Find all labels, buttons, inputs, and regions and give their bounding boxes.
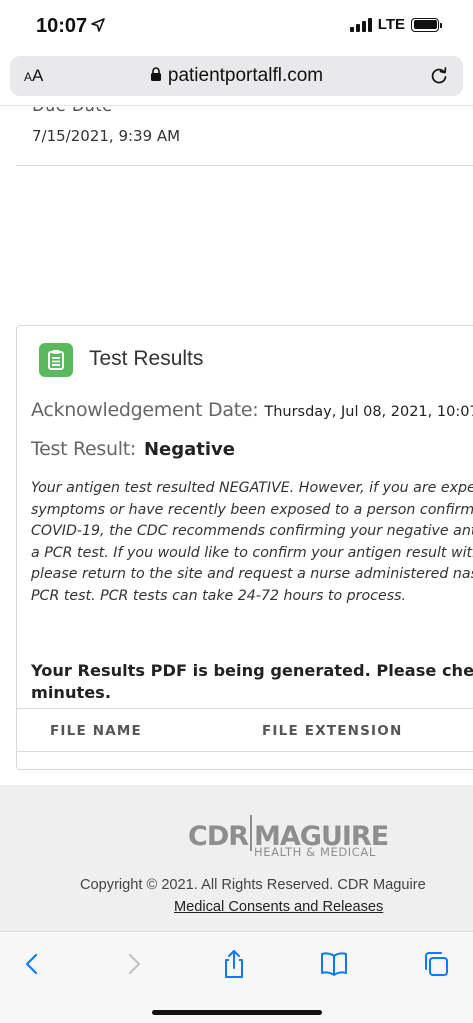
card-title: Test Results xyxy=(89,347,204,370)
location-arrow-icon xyxy=(91,18,105,32)
acknowledgement-row: Acknowledgement Date: Thursday, Jul 08, 2… xyxy=(31,399,473,421)
divider xyxy=(16,165,473,166)
result-message-line: a PCR test. If you would like to confirm… xyxy=(31,544,473,561)
acknowledgement-label: Acknowledgement Date: xyxy=(31,399,259,421)
result-message-line: COVID-19, the CDC recommends confirming … xyxy=(31,523,473,540)
page-content: Due Date 7/15/2021, 9:39 AM Test Results… xyxy=(0,107,473,931)
signal-bars-icon xyxy=(349,17,372,32)
result-message-line: please return to the site and request a … xyxy=(31,566,473,583)
logo-subtitle: HEALTH & MEDICAL xyxy=(254,845,376,859)
result-message-line: PCR test. PCR tests can take 24-72 hours… xyxy=(31,587,407,604)
result-message: Your antigen test resulted NEGATIVE. How… xyxy=(31,478,473,608)
battery-icon xyxy=(411,17,442,32)
bookmarks-icon[interactable] xyxy=(318,948,350,980)
footer: CDR MAGUIRE HEALTH & MEDICAL Copyright © … xyxy=(0,785,473,931)
pdf-status-message: Your Results PDF is being generated. Ple… xyxy=(31,660,473,704)
url-display[interactable]: patientportalfl.com xyxy=(10,65,463,87)
logo-text-left: CDR xyxy=(188,821,249,852)
status-right: LTE xyxy=(349,16,442,33)
test-result-value: Negative xyxy=(143,439,235,460)
test-result-label: Test Result: xyxy=(31,438,136,460)
browser-address-area: AA patientportalfl.com xyxy=(0,50,473,106)
status-bar: 10:07 LTE xyxy=(0,0,473,50)
back-icon[interactable] xyxy=(16,948,48,980)
clipboard-icon xyxy=(39,343,73,377)
acknowledgement-value: Thursday, Jul 08, 2021, 10:07:00 xyxy=(264,404,473,420)
status-time: 10:07 xyxy=(36,15,88,37)
table-divider xyxy=(17,708,473,709)
cdr-maguire-logo: CDR MAGUIRE HEALTH & MEDICAL xyxy=(188,815,398,859)
browser-toolbar xyxy=(0,931,473,1023)
pdf-status-line: minutes. xyxy=(31,683,111,702)
table-divider xyxy=(17,751,473,752)
address-bar[interactable]: AA patientportalfl.com xyxy=(10,56,463,96)
test-results-card: Test Results Acknowledgement Date: Thursd… xyxy=(16,325,473,770)
lock-icon xyxy=(150,67,161,81)
network-label: LTE xyxy=(377,16,405,33)
due-date-value: 7/15/2021, 9:39 AM xyxy=(32,127,181,145)
tabs-icon[interactable] xyxy=(420,948,452,980)
copyright-text: Copyright © 2021. All Rights Reserved. C… xyxy=(80,877,426,893)
column-header-file-extension: FILE EXTENSION xyxy=(262,723,403,739)
forward-icon[interactable] xyxy=(118,948,150,980)
medical-consents-link[interactable]: Medical Consents and Releases xyxy=(174,899,383,915)
share-icon[interactable] xyxy=(218,948,250,980)
pdf-status-line: Your Results PDF is being generated. Ple… xyxy=(31,661,473,680)
result-message-line: symptoms or have recently been exposed t… xyxy=(31,501,473,518)
column-header-file-name: FILE NAME xyxy=(50,723,142,739)
due-date-label: Due Date xyxy=(32,107,113,116)
result-message-line: Your antigen test resulted NEGATIVE. How… xyxy=(31,480,473,496)
test-result-row: Test Result: Negative xyxy=(31,438,235,460)
url-text: patientportalfl.com xyxy=(167,65,324,86)
home-indicator xyxy=(152,1010,322,1015)
reload-icon[interactable] xyxy=(429,66,449,86)
